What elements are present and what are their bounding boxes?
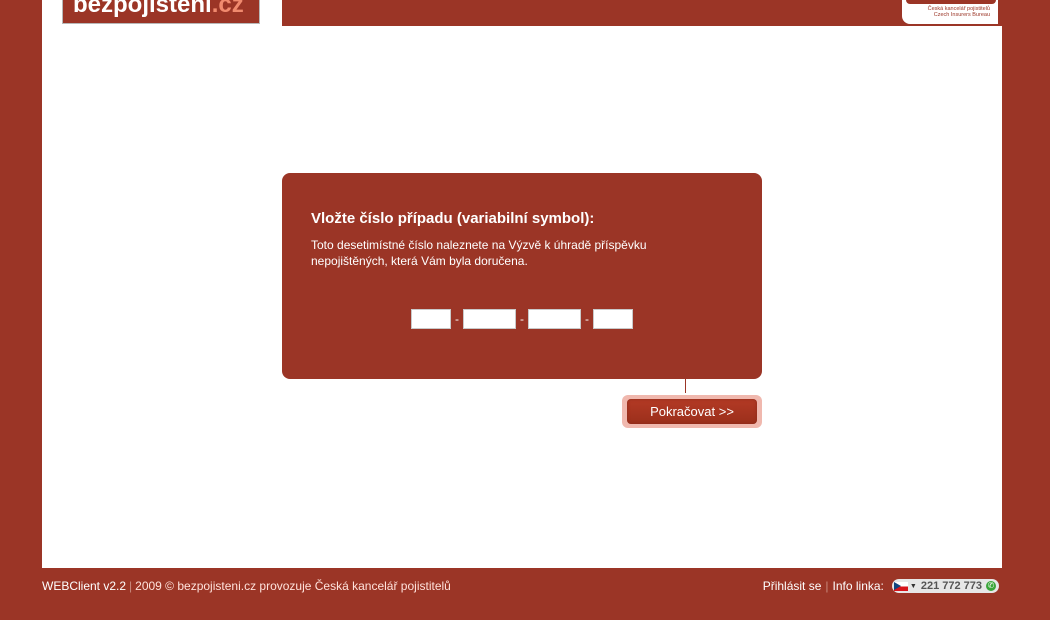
site-logo[interactable]: bezpojisteni.cz <box>62 0 260 24</box>
login-link[interactable]: Přihlásit se <box>763 579 822 593</box>
czech-flag-icon <box>893 581 908 591</box>
panel-description: Toto desetimístné číslo naleznete na Výz… <box>311 238 647 268</box>
field-separator: - <box>585 312 589 326</box>
case-number-field-3[interactable] <box>528 309 581 329</box>
footer-left: WEBClient v2.2 | 2009 © bezpojisteni.cz pr… <box>42 579 451 593</box>
button-connector-line <box>685 379 686 393</box>
field-separator: - <box>455 312 459 326</box>
case-number-field-2[interactable] <box>463 309 516 329</box>
partner-logo-line2: Czech Insurers Bureau <box>933 12 990 18</box>
continue-button[interactable]: Pokračovat >> <box>622 395 762 428</box>
phone-call-icon[interactable]: ✆ <box>986 581 996 591</box>
footer-divider: | <box>129 579 133 593</box>
logo-area: bezpojisteni.cz <box>42 0 282 26</box>
continue-button-label: Pokračovat >> <box>627 399 757 424</box>
case-number-panel: Vložte číslo případu (variabilní symbol)… <box>282 173 762 379</box>
panel-title: Vložte číslo případu (variabilní symbol)… <box>311 210 595 227</box>
case-number-field-4[interactable] <box>593 309 633 329</box>
app-version: WEBClient v2.2 <box>42 579 127 593</box>
chevron-down-icon[interactable]: ▼ <box>910 583 917 590</box>
copyright-text: 2009 © bezpojisteni.cz provozuje Česká k… <box>135 579 451 593</box>
partner-logo-mark-icon <box>906 0 996 4</box>
partner-logo[interactable]: Česká kancelář pojistitelů Czech Insurer… <box>902 0 998 24</box>
footer-right: Přihlásit se | Info linka: ▼ 221 772 773… <box>763 579 999 593</box>
phone-number: 221 772 773 <box>920 580 982 592</box>
case-number-inputs: - - - <box>411 309 633 329</box>
logo-main-text: bezpojisteni <box>73 0 212 18</box>
footer-divider: | <box>825 579 829 593</box>
case-number-field-1[interactable] <box>411 309 451 329</box>
header: bezpojisteni.cz Česká kancelář pojistite… <box>42 0 1002 26</box>
phone-widget[interactable]: ▼ 221 772 773 ✆ <box>891 579 999 593</box>
logo-suffix-text: .cz <box>211 0 244 18</box>
info-line-label: Info linka: <box>832 579 884 593</box>
field-separator: - <box>520 312 524 326</box>
header-bar: Česká kancelář pojistitelů Czech Insurer… <box>282 0 1002 26</box>
